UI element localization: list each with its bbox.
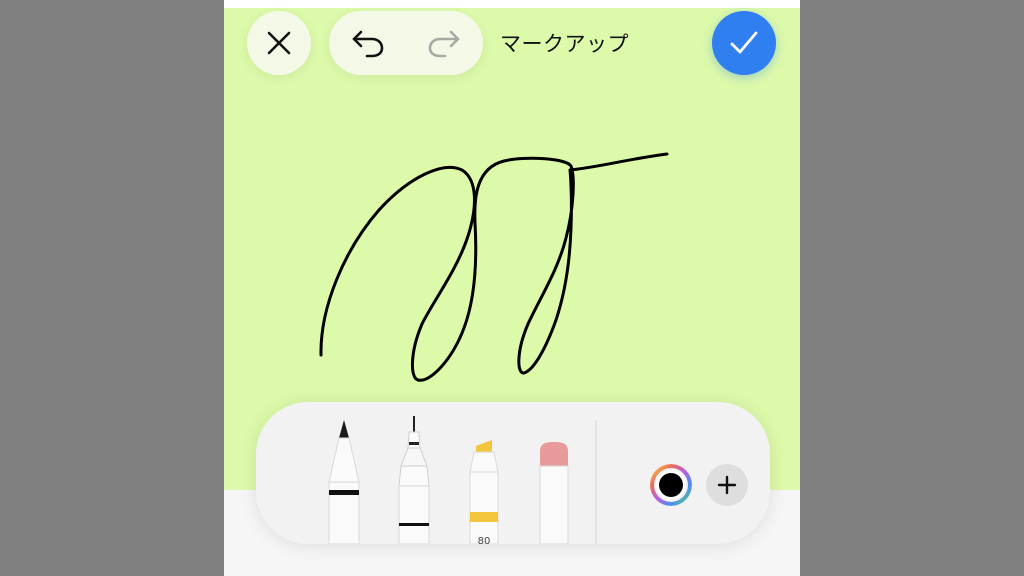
close-icon bbox=[267, 31, 291, 55]
redo-icon bbox=[428, 30, 460, 58]
close-button[interactable] bbox=[247, 11, 311, 75]
undo-icon bbox=[352, 30, 384, 58]
add-button[interactable] bbox=[706, 464, 748, 506]
plus-icon bbox=[717, 475, 737, 495]
undo-redo-group bbox=[329, 11, 483, 75]
selected-color-swatch bbox=[659, 473, 683, 497]
ink-loops bbox=[319, 152, 669, 382]
highlighter-opacity-label: 80 bbox=[477, 536, 491, 544]
eraser-tool[interactable] bbox=[530, 402, 578, 544]
toolbar-divider bbox=[595, 420, 597, 544]
highlighter-tool[interactable] bbox=[460, 402, 508, 544]
screen-title: マークアップ bbox=[500, 32, 629, 56]
markup-toolbar: 80 bbox=[256, 402, 770, 544]
fineliner-tool[interactable] bbox=[390, 402, 438, 544]
pen-tool[interactable] bbox=[320, 402, 368, 544]
phone-screen: マークアップ 80 bbox=[224, 0, 800, 576]
done-button[interactable] bbox=[712, 11, 776, 75]
color-picker-button[interactable] bbox=[650, 464, 692, 506]
redo-button[interactable] bbox=[415, 11, 473, 75]
undo-button[interactable] bbox=[339, 11, 397, 75]
checkmark-icon bbox=[730, 31, 758, 54]
